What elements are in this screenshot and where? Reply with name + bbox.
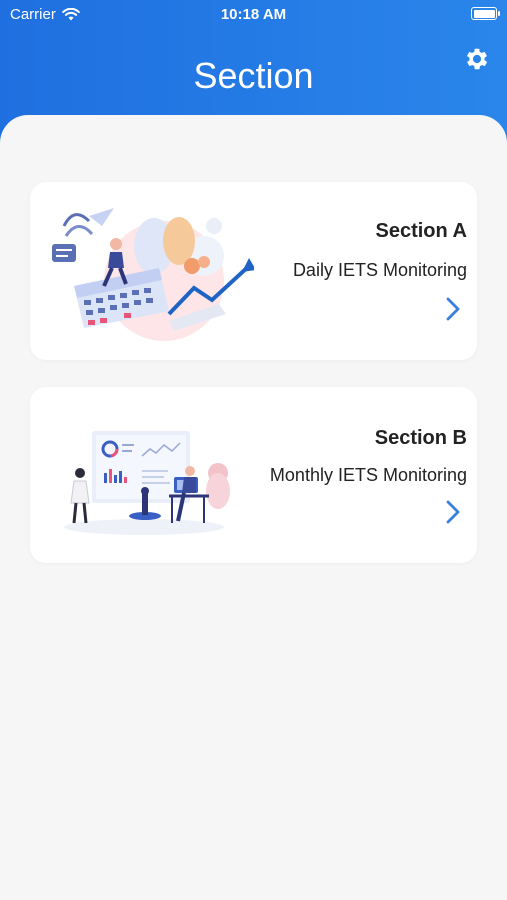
section-a-description: Daily IETS Monitoring <box>292 260 467 280</box>
battery-icon <box>471 7 500 20</box>
section-a-card[interactable]: Section A Daily IETS Monitoring <box>30 182 477 360</box>
section-a-title: Section A <box>375 220 468 242</box>
status-time: 10:18 AM <box>220 6 287 23</box>
page-title: Section <box>193 55 314 96</box>
chevron-right-icon[interactable] <box>445 296 461 322</box>
daily-monitoring-illustration <box>52 208 254 341</box>
monthly-monitoring-illustration <box>64 431 230 535</box>
section-b-card[interactable]: Section B Monthly IETS Monitoring <box>30 387 477 563</box>
chevron-right-icon[interactable] <box>445 499 461 525</box>
gear-icon[interactable] <box>463 45 491 73</box>
section-b-description: Monthly IETS Monitoring <box>269 465 467 485</box>
section-b-title: Section B <box>374 427 467 449</box>
status-bar: Carrier 10:18 AM <box>0 0 507 28</box>
